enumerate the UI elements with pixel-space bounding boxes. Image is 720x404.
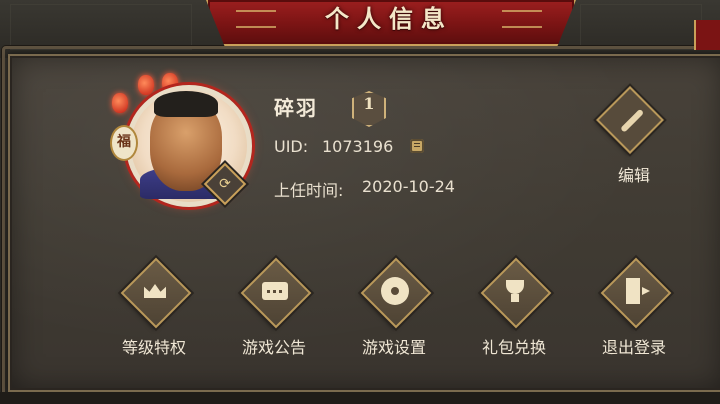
lantern-icon: [138, 75, 154, 95]
avatar[interactable]: 福 ⟳: [110, 73, 260, 207]
game-settings-button[interactable]: 游戏设置: [344, 257, 444, 362]
edit-label[interactable]: 编辑: [600, 162, 668, 186]
announcements-button[interactable]: 游戏公告: [224, 257, 324, 362]
corner-ornament: [694, 20, 720, 50]
appointment-date-label: 上任时间:: [274, 181, 344, 200]
avatar-portrait-hair: [154, 91, 218, 117]
copy-icon[interactable]: [410, 139, 424, 153]
action-label: 礼包兑换: [481, 338, 546, 357]
refresh-icon: ⟳: [219, 176, 231, 192]
gear-icon: [384, 280, 406, 302]
uid-value: 1073196: [322, 137, 394, 156]
lantern-icon: [112, 93, 128, 113]
vip-privileges-button[interactable]: 等级特权: [104, 257, 204, 362]
map-tile: [580, 4, 702, 50]
level-number: 1: [363, 94, 375, 113]
appointment-date-value: 2020-10-24: [362, 177, 455, 196]
exit-door-icon: [626, 278, 640, 304]
logout-button[interactable]: 退出登录: [584, 257, 684, 362]
action-label: 游戏公告: [241, 338, 306, 357]
gift-redeem-button[interactable]: 礼包兑换: [464, 257, 564, 362]
fortune-badge: 福: [110, 125, 138, 161]
action-label: 游戏设置: [361, 338, 426, 357]
map-tile: [10, 4, 192, 50]
brush-icon: [620, 108, 645, 133]
player-name: 碎羽: [274, 96, 318, 120]
chat-bubble-icon: [262, 282, 288, 300]
panel-bottom-edge: [0, 392, 720, 404]
uid-label: UID:: [274, 137, 309, 156]
page-title: 个人信息: [325, 4, 453, 33]
action-label: 等级特权: [121, 338, 186, 357]
action-label: 退出登录: [601, 338, 666, 357]
